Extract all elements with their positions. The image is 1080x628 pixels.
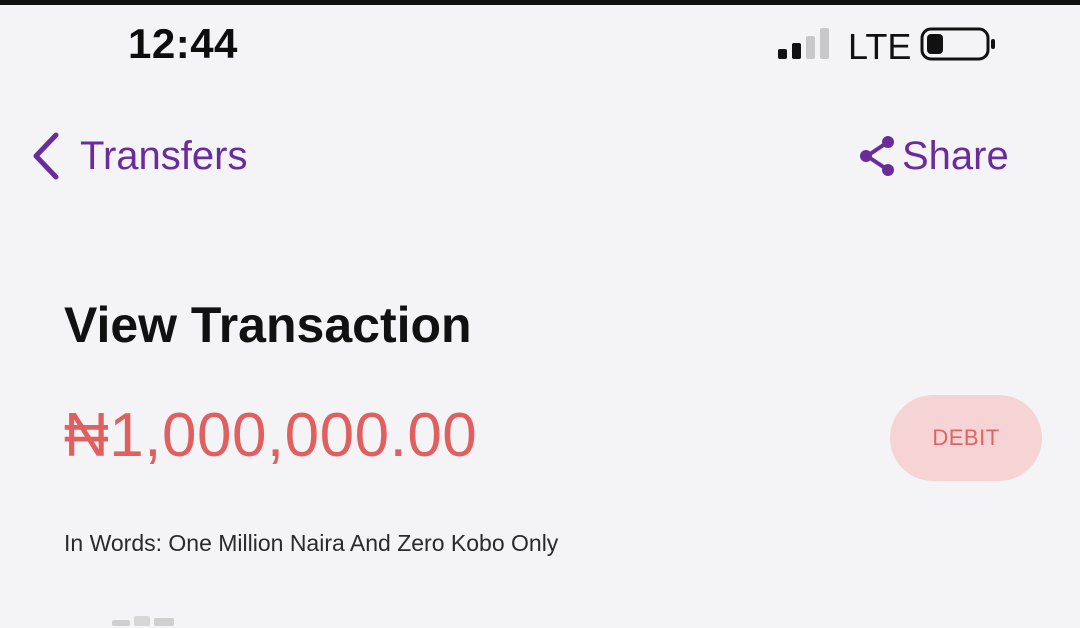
page-title: View Transaction	[64, 297, 472, 353]
share-icon	[860, 136, 894, 176]
back-button[interactable]: Transfers	[30, 128, 247, 184]
screen-top-edge	[0, 0, 1080, 5]
signal-strength-icon	[778, 28, 829, 59]
battery-icon	[920, 27, 995, 61]
partial-content-cutoff	[112, 616, 174, 626]
network-type: LTE	[848, 26, 912, 67]
transaction-amount: ₦1,000,000.00	[64, 401, 478, 470]
share-button[interactable]: Share	[858, 130, 1009, 182]
amount-in-words: In Words: One Million Naira And Zero Kob…	[64, 530, 559, 556]
share-button-label: Share	[902, 133, 1009, 178]
back-button-label: Transfers	[80, 133, 248, 178]
transaction-type-badge: DEBIT	[890, 395, 1042, 481]
status-time: 12:44	[128, 20, 238, 67]
chevron-left-icon	[33, 132, 59, 180]
